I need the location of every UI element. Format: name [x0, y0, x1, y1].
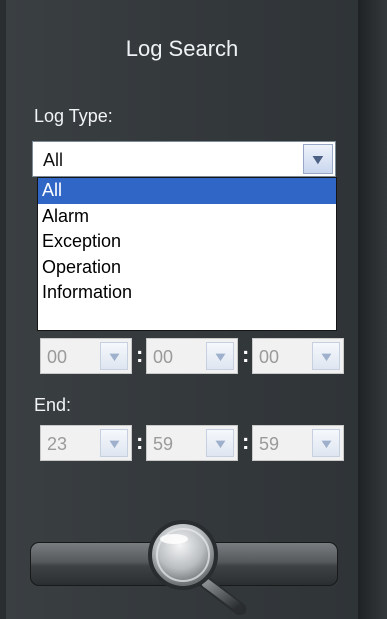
chevron-down-icon: ▼: [317, 348, 335, 364]
start-second-value: 00: [259, 347, 280, 367]
log-type-option-information[interactable]: Information: [38, 280, 336, 306]
content-divider: [358, 0, 387, 619]
time-separator: :: [136, 429, 144, 454]
end-hour-value: 23: [47, 434, 68, 454]
end-minute-value: 59: [153, 434, 174, 454]
start-hour-value: 00: [47, 347, 68, 367]
log-type-dropdown-list: All Alarm Exception Operation Informatio…: [37, 177, 337, 331]
time-separator: :: [136, 342, 144, 367]
log-type-option-all[interactable]: All: [38, 178, 336, 204]
chevron-down-icon: ▼: [211, 348, 229, 364]
panel-title: Log Search: [125, 36, 239, 61]
chevron-down-icon: ▼: [317, 435, 335, 451]
chevron-down-icon: ▼: [308, 151, 328, 167]
start-second-dropdown-button[interactable]: ▼: [312, 342, 340, 370]
log-type-option-alarm[interactable]: Alarm: [38, 204, 336, 230]
end-minute-select[interactable]: 59 ▼: [146, 425, 238, 461]
chevron-down-icon: ▼: [105, 348, 123, 364]
time-separator: :: [242, 429, 250, 454]
chevron-down-icon: ▼: [211, 435, 229, 451]
start-hour-select[interactable]: 00 ▼: [40, 338, 132, 374]
log-type-label: Log Type:: [34, 106, 113, 126]
start-minute-dropdown-button[interactable]: ▼: [206, 342, 234, 370]
end-minute-dropdown-button[interactable]: ▼: [206, 429, 234, 457]
start-minute-select[interactable]: 00 ▼: [146, 338, 238, 374]
end-second-dropdown-button[interactable]: ▼: [312, 429, 340, 457]
end-hour-dropdown-button[interactable]: ▼: [100, 429, 128, 457]
log-type-dropdown-button[interactable]: ▼: [303, 144, 333, 174]
search-icon[interactable]: [138, 505, 258, 615]
time-separator: :: [242, 342, 250, 367]
log-type-select[interactable]: All ▼: [32, 141, 336, 177]
end-second-select[interactable]: 59 ▼: [252, 425, 344, 461]
chevron-down-icon: ▼: [105, 435, 123, 451]
end-label: End:: [34, 395, 72, 415]
end-second-value: 59: [259, 434, 280, 454]
start-hour-dropdown-button[interactable]: ▼: [100, 342, 128, 370]
start-minute-value: 00: [153, 347, 174, 367]
log-type-selected-value: All: [43, 150, 64, 170]
log-type-option-operation[interactable]: Operation: [38, 255, 336, 281]
end-hour-select[interactable]: 23 ▼: [40, 425, 132, 461]
log-type-option-exception[interactable]: Exception: [38, 229, 336, 255]
start-second-select[interactable]: 00 ▼: [252, 338, 344, 374]
